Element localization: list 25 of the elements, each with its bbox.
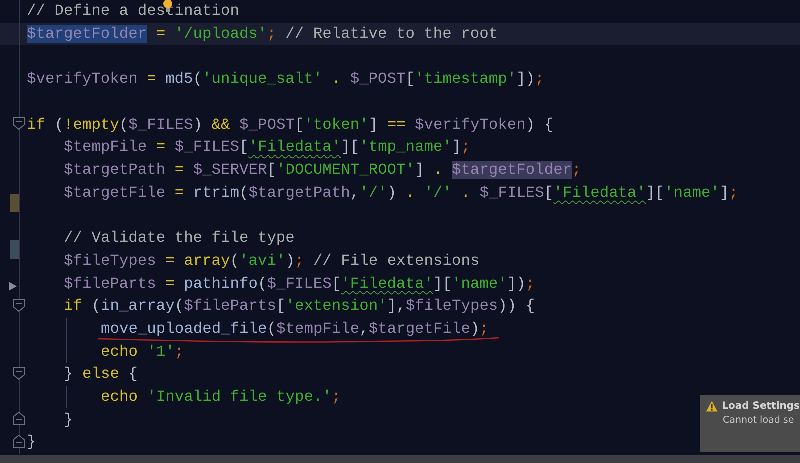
code-line: } else { bbox=[64, 364, 138, 384]
code-line: if (!empty($_FILES) && $_POST['token'] == $verifyToken) { bbox=[27, 114, 554, 135]
code-line: // Validate the file type bbox=[64, 228, 295, 248]
code-line: $verifyToken = md5('unique_salt' . $_POST['timestamp']); bbox=[27, 69, 544, 90]
code-line: $targetPath = $_SERVER['DOCUMENT_ROOT'] . $targetFolder; bbox=[64, 160, 582, 180]
code-line: move_uploaded_file($tempFile,$targetFile); bbox=[101, 318, 489, 339]
code-line: echo 'Invalid file type.'; bbox=[101, 387, 342, 408]
code-line: } bbox=[27, 432, 36, 452]
code-line: $tempFile = $_FILES['Filedata']['tmp_name']; bbox=[64, 137, 470, 158]
fold-marker-icon[interactable] bbox=[13, 298, 25, 312]
fold-marker-icon[interactable] bbox=[13, 367, 25, 380]
code-line: echo '1'; bbox=[101, 342, 184, 362]
fold-marker-icon[interactable] bbox=[13, 435, 25, 448]
notification-title: Load Settings bbox=[722, 400, 800, 414]
code-line: $targetFolder = '/uploads'; // Relative to the root bbox=[27, 24, 498, 44]
code-line: // Define a destination bbox=[27, 1, 240, 22]
code-line: $fileParts = pathinfo($_FILES['Filedata']['name']); bbox=[64, 274, 536, 294]
fold-marker-icon[interactable] bbox=[13, 412, 25, 426]
code-line: $targetFile = rtrim($targetPath,'/') . '/' . $_FILES['Filedata']['name']; bbox=[64, 182, 738, 203]
code-line: $fileTypes = array('avi'); // File extensions bbox=[64, 250, 480, 271]
code-line: } bbox=[64, 410, 74, 430]
code-line: if (in_array($fileParts['extension'],$fileTypes)) { bbox=[64, 296, 536, 316]
warning-icon bbox=[706, 400, 718, 413]
fold-marker-icon[interactable] bbox=[13, 117, 25, 130]
notification-message: Cannot load se bbox=[723, 414, 796, 428]
